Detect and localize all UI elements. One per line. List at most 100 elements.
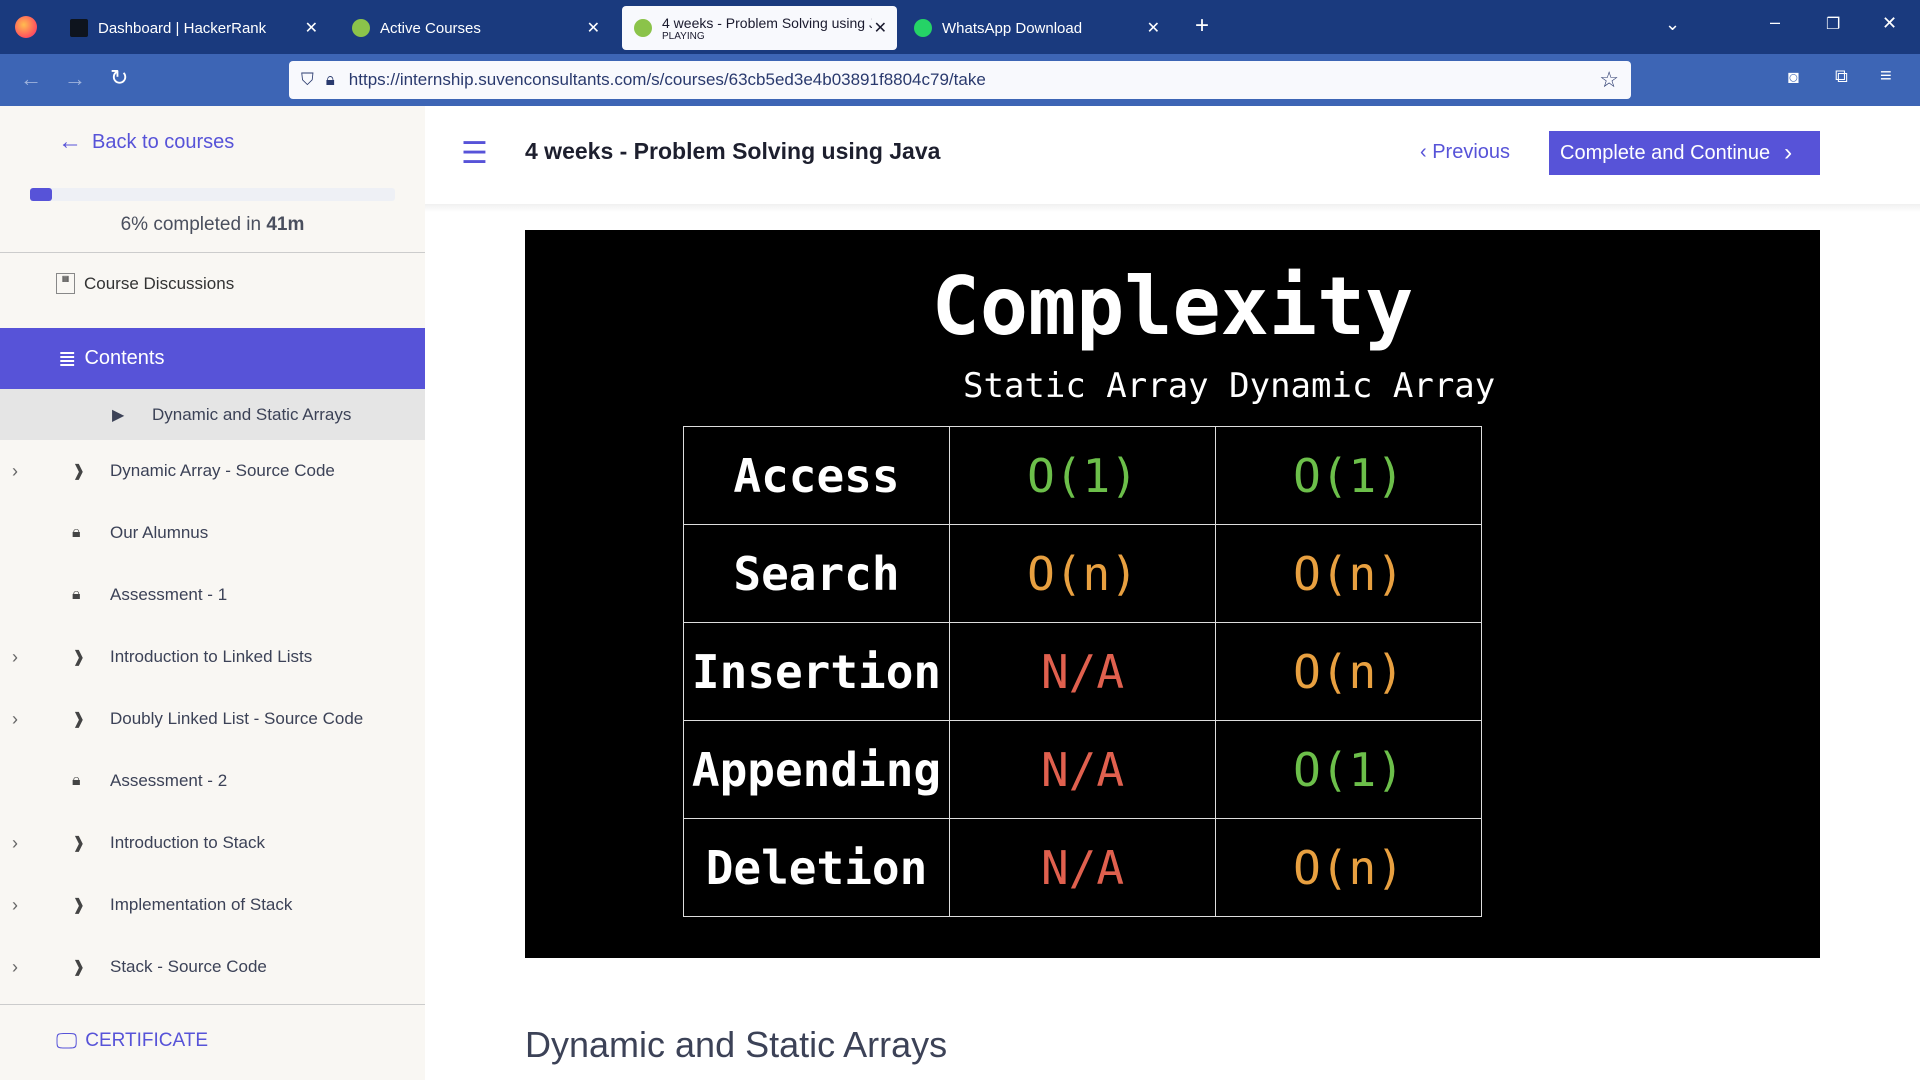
complexity-cell: O(n) [1215, 524, 1482, 623]
tab-current-course[interactable]: 4 weeks - Problem Solving using JavaPLAY… [622, 6, 897, 50]
site-icon [634, 19, 652, 37]
table-row: Insertion N/A O(n) [683, 622, 1482, 721]
complexity-cell: N/A [949, 720, 1216, 819]
tab-title: Dashboard | HackerRank [98, 19, 267, 37]
sidebar-lesson-item[interactable]: › ❱ Introduction to Linked Lists [0, 632, 425, 682]
lesson-marker-icon: ❱ [72, 463, 86, 480]
chevron-right-icon[interactable]: › [12, 833, 18, 854]
slide-column-headers: Static Array Dynamic Array [963, 366, 1496, 406]
hackerrank-icon [70, 19, 88, 37]
menu-icon[interactable]: ≡ [1880, 65, 1892, 88]
pocket-icon[interactable]: ◙ [1788, 67, 1799, 88]
complexity-table: Access O(1) O(1) Search O(n) O(n) Insertion N/A… [683, 426, 1482, 917]
lesson-label: Dynamic and Static Arrays [152, 404, 352, 424]
chevron-right-icon[interactable]: › [12, 709, 18, 730]
chevron-right-icon[interactable]: › [12, 957, 18, 978]
firefox-icon[interactable] [15, 16, 37, 38]
lesson-label: Introduction to Linked Lists [110, 647, 313, 666]
restore-button[interactable]: ❐ [1826, 14, 1840, 34]
lock-icon[interactable]: 🔒︎ [326, 70, 335, 90]
lesson-label: Our Alumnus [110, 523, 209, 542]
chevron-right-icon[interactable]: › [12, 647, 18, 668]
forward-icon[interactable]: → [64, 66, 86, 92]
tab-active-courses[interactable]: Active Courses ✕ [340, 6, 610, 50]
chevron-left-icon: ‹ [1420, 141, 1433, 163]
operation-cell: Access [683, 426, 950, 525]
complexity-cell: O(1) [949, 426, 1216, 525]
close-tab-icon[interactable]: ✕ [1147, 18, 1160, 38]
certificate-icon: 🖵︎ [56, 1028, 78, 1053]
back-to-courses-link[interactable]: ← Back to courses [58, 128, 234, 156]
sidebar-lesson-item[interactable]: 🔒︎ Our Alumnus [0, 508, 425, 558]
tab-hackerrank[interactable]: Dashboard | HackerRank ✕ [58, 6, 328, 50]
complete-and-continue-button[interactable]: Complete and Continue › [1549, 131, 1820, 175]
lesson-label: Introduction to Stack [110, 833, 265, 852]
divider [0, 252, 425, 253]
sidebar-lesson-item[interactable]: › ❱ Dynamic Array - Source Code [0, 446, 425, 496]
lock-icon: 🔒︎ [72, 772, 81, 789]
operation-cell: Search [683, 524, 950, 623]
complexity-cell: O(n) [1215, 818, 1482, 917]
address-bar[interactable]: ⛉ 🔒︎ https://internship.suvenconsultants… [289, 61, 1631, 99]
url-text[interactable]: https://internship.suvenconsultants.com/… [349, 70, 986, 90]
sidebar-lesson-item[interactable]: 🔒︎ Assessment - 2 [0, 756, 425, 806]
close-tab-icon[interactable]: ✕ [305, 18, 318, 38]
back-icon[interactable]: ← [20, 66, 42, 92]
list-tabs-icon[interactable]: ⌄ [1665, 14, 1680, 35]
table-row: Search O(n) O(n) [683, 524, 1482, 623]
lesson-heading: Dynamic and Static Arrays [525, 1024, 948, 1065]
tab-title: Active Courses [380, 19, 481, 37]
table-row: Deletion N/A O(n) [683, 818, 1482, 917]
reload-icon[interactable]: ↻ [110, 65, 128, 91]
lesson-marker-icon: ❱ [72, 959, 86, 976]
sidebar-lesson-item[interactable]: › ❱ Introduction to Stack [0, 818, 425, 868]
bookmark-star-icon[interactable]: ☆ [1599, 67, 1619, 93]
progress-bar [30, 188, 395, 201]
nav-bar: ← → ↻ ⛉ 🔒︎ https://internship.suvenconsu… [0, 54, 1920, 106]
lesson-marker-icon: ❱ [72, 835, 86, 852]
shield-icon[interactable]: ⛉ [301, 70, 314, 90]
whatsapp-icon [914, 19, 932, 37]
new-tab-button[interactable]: + [1195, 12, 1209, 40]
sidebar-lesson-item[interactable]: › ❱ Doubly Linked List - Source Code [0, 694, 425, 744]
close-tab-icon[interactable]: ✕ [587, 18, 600, 38]
lesson-label: Assessment - 2 [110, 771, 228, 790]
certificate-link[interactable]: 🖵︎ CERTIFICATE [56, 1028, 208, 1054]
close-window-button[interactable]: ✕ [1882, 13, 1897, 34]
video-player[interactable]: Complexity Static Array Dynamic Array Ac… [525, 230, 1820, 958]
operation-cell: Insertion [683, 622, 950, 721]
lesson-label: Stack - Source Code [110, 957, 267, 976]
minimize-button[interactable]: – [1770, 12, 1780, 33]
sidebar: ← Back to courses 6% completed in 41m ▦ Co… [0, 106, 425, 1080]
chevron-right-icon[interactable]: › [12, 895, 18, 916]
complexity-cell: O(1) [1215, 426, 1482, 525]
complexity-cell: O(n) [1215, 622, 1482, 721]
extensions-icon[interactable]: ⧉ [1835, 66, 1848, 87]
site-icon [352, 19, 370, 37]
contents-tab[interactable]: ≣ Contents [0, 328, 425, 389]
lock-icon: 🔒︎ [72, 586, 81, 603]
course-discussions-link[interactable]: ▦ Course Discussions [56, 273, 234, 294]
chevron-right-icon[interactable]: › [12, 461, 18, 482]
operation-cell: Deletion [683, 818, 950, 917]
close-tab-icon[interactable]: ✕ [874, 18, 887, 38]
main-content: ☰ 4 weeks - Problem Solving using Java ‹… [425, 106, 1920, 1080]
previous-button[interactable]: ‹ Previous [1420, 141, 1510, 164]
tab-whatsapp[interactable]: WhatsApp Download ✕ [902, 6, 1170, 50]
discussion-icon: ▦ [56, 273, 75, 294]
progress-text: 6% completed in 41m [120, 214, 305, 235]
lesson-marker-icon: ❱ [72, 649, 86, 666]
complexity-cell: O(1) [1215, 720, 1482, 819]
hamburger-menu-icon[interactable]: ☰ [461, 136, 488, 171]
lock-icon: 🔒︎ [72, 524, 81, 541]
progress-fill [30, 188, 52, 201]
lesson-label: Assessment - 1 [110, 585, 228, 604]
sidebar-lesson-item[interactable]: › ❱ Implementation of Stack [0, 880, 425, 930]
sidebar-lesson-item[interactable]: › ❱ Stack - Source Code [0, 942, 425, 992]
current-lesson-item[interactable]: ▶︎ Dynamic and Static Arrays [0, 389, 425, 440]
tab-bar: Dashboard | HackerRank ✕ Active Courses ✕ … [0, 0, 1920, 54]
back-label: Back to courses [92, 130, 235, 153]
chevron-right-icon: › [1784, 139, 1793, 166]
complexity-cell: N/A [949, 818, 1216, 917]
sidebar-lesson-item[interactable]: 🔒︎ Assessment - 1 [0, 570, 425, 620]
